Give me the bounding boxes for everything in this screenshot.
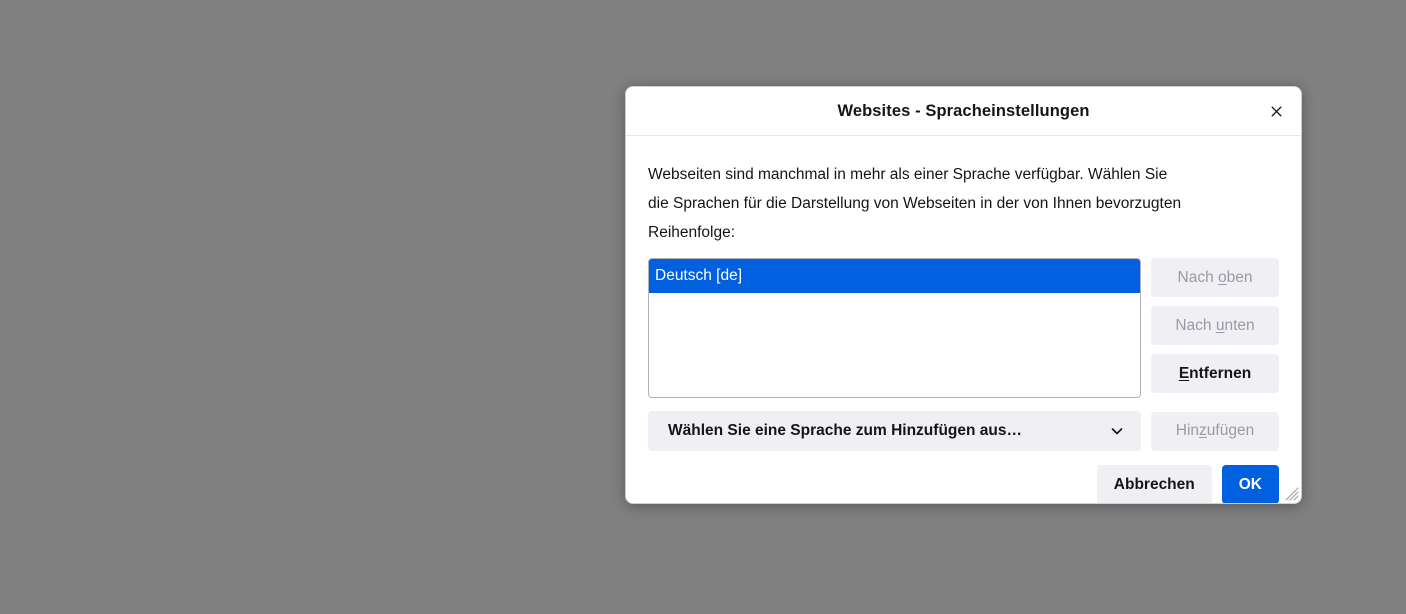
sidebar-item-label: Suche: [92, 26, 139, 44]
spellcheck-label-text: echtschreibung während der Eingabe: [342, 296, 599, 313]
display-language-dropdown[interactable]: Deutsch: [300, 95, 630, 133]
spellcheck-label-accesskey: R: [331, 296, 343, 313]
always-ask-label-post: achfragen, wo eine Datei gespeichert wer…: [414, 516, 754, 533]
always-ask-checkbox[interactable]: [300, 516, 319, 535]
list-action-buttons: Nach oben Nach unten Entfernen: [1151, 258, 1279, 393]
move-up-label-post: ben: [1226, 268, 1253, 286]
always-ask-label: Jedes Mal nachfragen, wo eine Datei gesp…: [331, 513, 753, 537]
dialog-description: Webseiten sind manchmal in mehr als eine…: [648, 166, 1182, 241]
dialog-titlebar: Websites - Spracheinstellungen: [626, 87, 1301, 136]
os-locale-label-line2: Uhrzeit, Zahlen und Maßeinheiten zu fo: [331, 218, 603, 235]
os-locale-label-line1: Einstellungen des Betriebssystems für ": [331, 194, 604, 211]
download-folder-label: Alle Dateien in folgendem Ordner abspeic…: [300, 463, 622, 481]
sidebar-item-suche[interactable]: Suche: [0, 16, 290, 55]
spellcheck-checkbox[interactable]: [300, 296, 319, 315]
sidebar-item-mehr-von-mozilla[interactable]: m Mehr von Mozilla: [0, 133, 290, 172]
move-up-button[interactable]: Nach oben: [1151, 258, 1279, 297]
chevron-down-icon: [602, 111, 614, 118]
mozilla-badge-letter: m: [49, 142, 71, 164]
move-down-label-post: nten: [1224, 316, 1255, 334]
add-language-placeholder: Wählen Sie eine Sprache zum Hinzufügen a…: [668, 422, 1022, 439]
move-up-label-pre: Nach: [1177, 268, 1218, 286]
remove-button[interactable]: Entfernen: [1151, 354, 1279, 393]
add-language-row: Wählen Sie eine Sprache zum Hinzufügen a…: [648, 411, 1279, 451]
list-item-label: Deutsch [de]: [655, 267, 743, 284]
always-ask-checkbox-row[interactable]: Jedes Mal nachfragen, wo eine Datei gesp…: [300, 513, 1366, 537]
dialog-title: Websites - Spracheinstellungen: [837, 101, 1090, 120]
cancel-button[interactable]: Abbrechen: [1096, 465, 1212, 503]
page-title-sprache: Sprache: [300, 22, 376, 43]
remove-accesskey: E: [1178, 364, 1190, 382]
move-down-label-pre: Nach: [1175, 316, 1216, 334]
add-accesskey: z: [1199, 422, 1207, 439]
sidebar-item-datenschutz-sicherheit[interactable]: Datenschutz & Sicherheit: [0, 55, 290, 94]
language-settings-dialog: Websites - Spracheinstellungen Webseiten…: [625, 86, 1302, 504]
sidebar-item-synchronisation[interactable]: Synchronisation: [0, 94, 290, 133]
add-label-post: ufügen: [1206, 422, 1255, 439]
search-icon: [48, 24, 72, 48]
language-description: Sprache für die Anzeige von Menüs, Mitte…: [300, 61, 890, 78]
close-button[interactable]: [1261, 96, 1291, 126]
settings-sidebar: Suche Datenschutz & Sicherheit Synchroni…: [0, 0, 290, 614]
always-ask-label-pre: Jedes Mal: [331, 516, 406, 533]
add-label-pre: Hin: [1175, 422, 1200, 439]
list-item[interactable]: Deutsch [de]: [649, 259, 1140, 293]
close-icon: [1270, 105, 1282, 117]
lock-icon: [48, 63, 72, 87]
download-folder-label-pre: All: [300, 463, 318, 480]
language-list-area: Deutsch [de] Nach oben Nach unten Entfer…: [648, 258, 1279, 398]
spellcheck-label: Rechtschreibung während der Eingabe: [331, 293, 599, 317]
chevron-down-icon: [1111, 428, 1123, 435]
os-locale-label: Einstellungen des Betriebssystems für " …: [331, 191, 604, 239]
download-folder-label-post: Dateien in folgendem Ordner abspeichern:: [325, 463, 623, 480]
mozilla-icon: m: [48, 141, 72, 165]
always-ask-label-accesskey: n: [405, 516, 415, 533]
sidebar-item-label: Datenschutz & Sicherheit: [92, 65, 278, 83]
add-language-dropdown[interactable]: Wählen Sie eine Sprache zum Hinzufügen a…: [648, 411, 1141, 451]
os-locale-checkbox[interactable]: [300, 194, 319, 213]
sidebar-item-label: Synchronisation: [92, 104, 210, 122]
language-listbox[interactable]: Deutsch [de]: [648, 258, 1141, 398]
remove-label-post: ntfernen: [1189, 364, 1252, 382]
sidebar-item-label: Mehr von Mozilla: [92, 143, 217, 161]
resize-grip-icon[interactable]: [1285, 487, 1299, 501]
download-folder-label-accesskey: e: [317, 463, 326, 480]
ok-button[interactable]: OK: [1221, 465, 1279, 503]
move-down-button[interactable]: Nach unten: [1151, 306, 1279, 345]
add-language-button[interactable]: Hinzufügen: [1151, 411, 1279, 451]
dialog-footer: Abbrechen OK: [626, 451, 1301, 503]
move-up-accesskey: o: [1218, 268, 1227, 286]
display-language-value: Deutsch: [316, 105, 378, 122]
sync-icon: [48, 102, 72, 126]
dialog-body: Webseiten sind manchmal in mehr als eine…: [626, 136, 1301, 451]
